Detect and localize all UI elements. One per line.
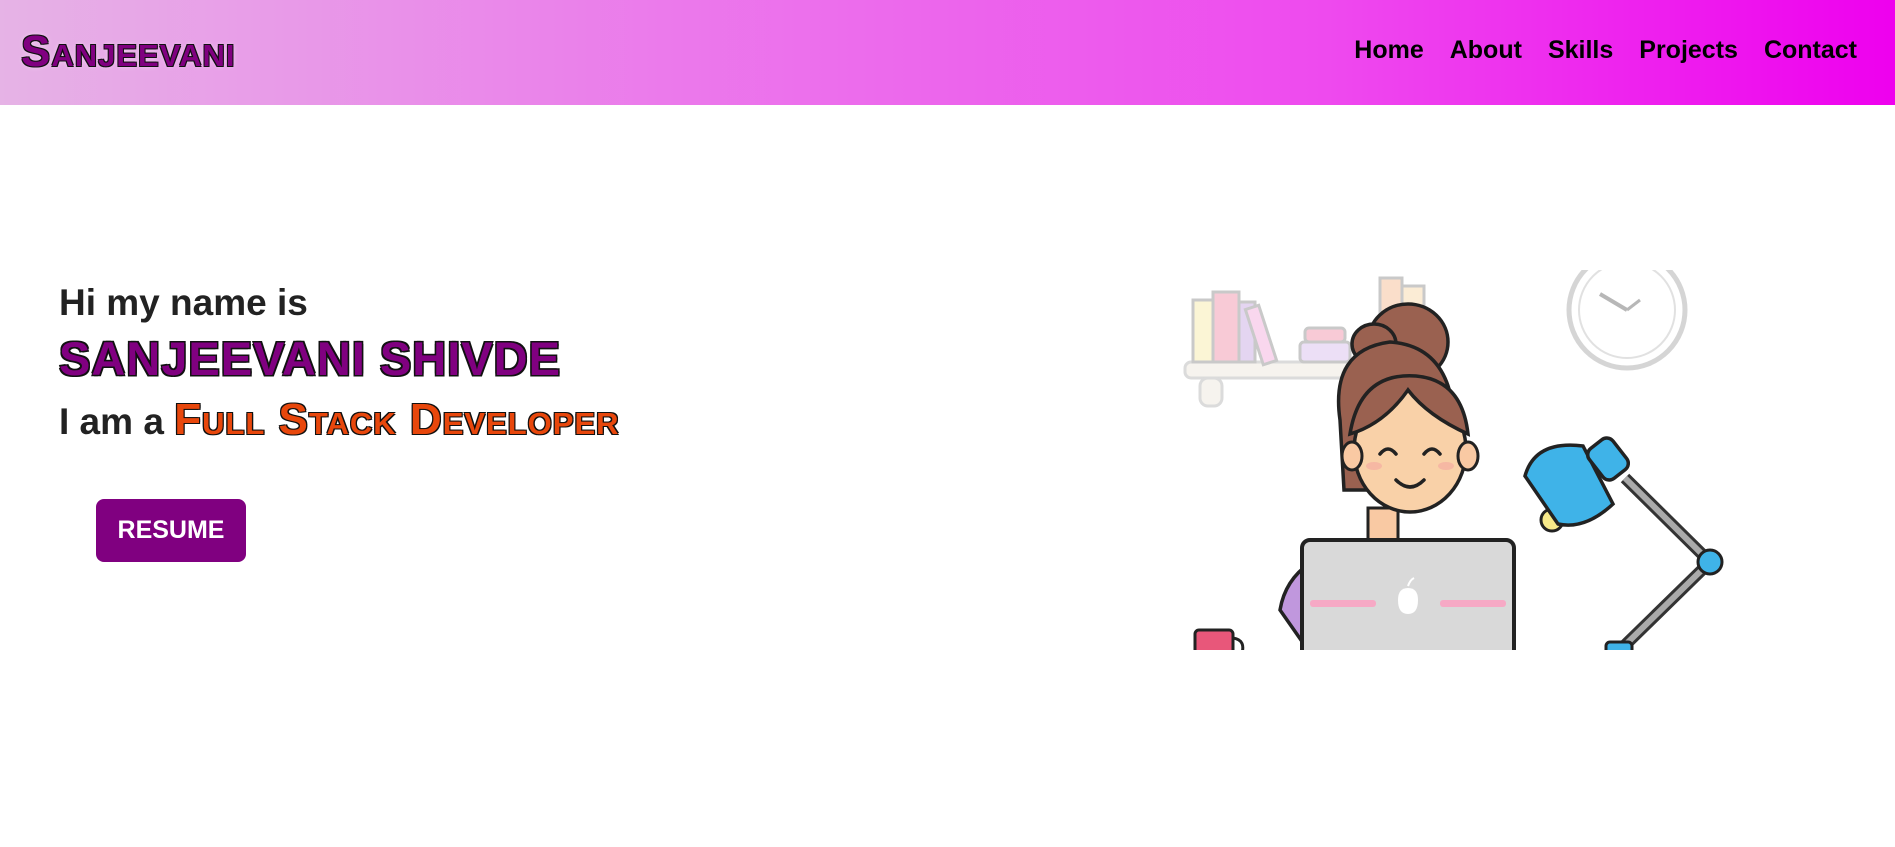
desk-lamp-icon: [1523, 436, 1724, 650]
resume-button[interactable]: RESUME: [96, 499, 246, 562]
navbar: Sanjeevani Home About Skills Projects Co…: [0, 0, 1895, 105]
nav-link-contact[interactable]: Contact: [1764, 38, 1857, 63]
laptop-icon: [1300, 538, 1516, 650]
nav-link-about[interactable]: About: [1450, 38, 1522, 63]
clock-icon: [1566, 270, 1688, 371]
hero-role-line: I am a Full Stack Developer: [59, 395, 620, 447]
hero-greeting: Hi my name is: [59, 282, 308, 323]
developer-at-laptop-icon: [1183, 270, 1724, 650]
nav-links: Home About Skills Projects Contact: [1354, 38, 1857, 63]
developer-illustration: [1130, 270, 1750, 650]
mug-icon: [1193, 628, 1245, 650]
hero-role-prefix: I am a: [59, 401, 175, 442]
nav-link-projects[interactable]: Projects: [1639, 38, 1738, 63]
hero-name: SANJEEVANI SHIVDE: [59, 332, 561, 385]
hero-intro: Hi my name is SANJEEVANI SHIVDE I am a F…: [59, 280, 620, 447]
nav-link-skills[interactable]: Skills: [1548, 38, 1613, 63]
brand-logo[interactable]: Sanjeevani: [21, 30, 235, 74]
nav-link-home[interactable]: Home: [1354, 38, 1423, 63]
hero-role: Full Stack Developer: [174, 395, 620, 444]
